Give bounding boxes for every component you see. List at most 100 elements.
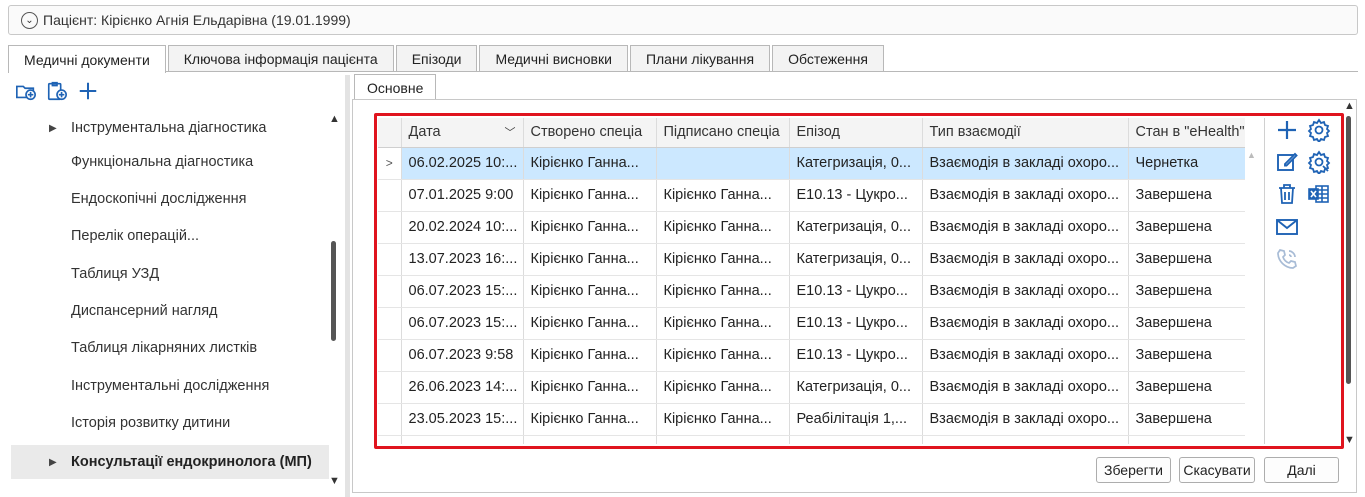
- tree-item[interactable]: Інструментальні дослідження: [11, 369, 329, 403]
- table-row[interactable]: 26.06.2023 14:... Кірієнко Ганна... Кірі…: [378, 371, 1245, 404]
- cell-ehealth-status[interactable]: Завершена: [1128, 371, 1245, 404]
- plus-icon[interactable]: [76, 79, 100, 103]
- cell-signed-by[interactable]: [656, 147, 790, 180]
- cell-ehealth-status[interactable]: Завершена: [1128, 179, 1245, 212]
- cell-date[interactable]: 13.07.2023 16:...: [401, 243, 524, 276]
- tree-item[interactable]: ▶ Інструментальна діагностика: [11, 111, 329, 145]
- expand-arrow-icon[interactable]: ▶: [49, 123, 57, 134]
- cell-signed-by[interactable]: Кірієнко Ганна...: [656, 371, 790, 404]
- table-row[interactable]: 20.02.2024 10:... Кірієнко Ганна... Кірі…: [378, 211, 1245, 244]
- cell-episode[interactable]: E10.13 - Цукро...: [789, 179, 923, 212]
- cell-created-by[interactable]: Кірієнко Ганна...: [523, 371, 657, 404]
- tab-medical-documents[interactable]: Медичні документи: [8, 45, 166, 73]
- cell-signed-by[interactable]: Кірієнко Ганна...: [656, 275, 790, 308]
- cell-signed-by[interactable]: Кірієнко Ганна...: [656, 179, 790, 212]
- plus-icon[interactable]: [1274, 117, 1300, 143]
- tab-key-patient-info[interactable]: Ключова інформація пацієнта: [167, 45, 394, 72]
- cell-interaction-type[interactable]: Взаємодія в закладі охоро...: [922, 243, 1129, 276]
- phone-icon[interactable]: [1274, 246, 1300, 272]
- cell-signed-by[interactable]: Кірієнко Ганна...: [656, 307, 790, 340]
- cell-date[interactable]: [401, 435, 524, 444]
- cell-interaction-type[interactable]: Взаємодія в закладі охоро...: [922, 371, 1129, 404]
- cell-date[interactable]: 23.05.2023 15:...: [401, 403, 524, 436]
- content-scrollbar[interactable]: ▲ ▼: [1342, 100, 1356, 448]
- excel-export-icon[interactable]: [1306, 181, 1332, 207]
- cell-ehealth-status[interactable]: Завершена: [1128, 243, 1245, 276]
- cell-episode[interactable]: Реабілітація 1,...: [789, 403, 923, 436]
- settings-gear-icon[interactable]: [1306, 117, 1332, 143]
- cell-created-by[interactable]: Кірієнко Ганна...: [523, 307, 657, 340]
- settings-gear-alt-icon[interactable]: [1306, 149, 1332, 175]
- cell-interaction-type[interactable]: Взаємодія в закладі охоро...: [922, 403, 1129, 436]
- tree-item[interactable]: Функціональна діагностика: [11, 145, 329, 179]
- cell-created-by[interactable]: [523, 435, 657, 444]
- cell-date[interactable]: 20.02.2024 10:...: [401, 211, 524, 244]
- collapse-chevron-icon[interactable]: ⌄: [21, 11, 38, 29]
- table-row[interactable]: [378, 435, 1245, 444]
- table-row[interactable]: 06.07.2023 15:... Кірієнко Ганна... Кірі…: [378, 275, 1245, 308]
- column-header-created-by[interactable]: Створено спеціа: [523, 118, 657, 148]
- sort-chevron-icon[interactable]: ﹀: [505, 124, 516, 140]
- cell-interaction-type[interactable]: Взаємодія в закладі охоро...: [922, 179, 1129, 212]
- cell-interaction-type[interactable]: Взаємодія в закладі охоро...: [922, 339, 1129, 372]
- edit-icon[interactable]: [1274, 149, 1300, 175]
- scroll-up-icon[interactable]: ▲: [1344, 100, 1355, 112]
- tab-examinations[interactable]: Обстеження: [772, 45, 884, 72]
- cell-interaction-type[interactable]: Взаємодія в закладі охоро...: [922, 307, 1129, 340]
- cancel-button[interactable]: Скасувати: [1179, 457, 1255, 483]
- cell-date[interactable]: 06.07.2023 9:58: [401, 339, 524, 372]
- table-row-selected[interactable]: > 06.02.2025 10:... Кірієнко Ганна... Ка…: [378, 147, 1245, 180]
- cell-signed-by[interactable]: Кірієнко Ганна...: [656, 339, 790, 372]
- cell-signed-by[interactable]: Кірієнко Ганна...: [656, 211, 790, 244]
- mail-icon[interactable]: [1274, 214, 1300, 240]
- cell-ehealth-status[interactable]: Завершена: [1128, 275, 1245, 308]
- table-row[interactable]: 06.07.2023 15:... Кірієнко Ганна... Кірі…: [378, 307, 1245, 340]
- cell-signed-by[interactable]: Кірієнко Ганна...: [656, 403, 790, 436]
- cell-ehealth-status[interactable]: [1128, 435, 1245, 444]
- tree-scrollbar[interactable]: ▲ ▼: [327, 111, 341, 491]
- next-button[interactable]: Далі: [1264, 457, 1339, 483]
- cell-ehealth-status[interactable]: Завершена: [1128, 307, 1245, 340]
- cell-episode[interactable]: Категризація, 0...: [789, 243, 923, 276]
- cell-episode[interactable]: E10.13 - Цукро...: [789, 307, 923, 340]
- cell-interaction-type[interactable]: Взаємодія в закладі охоро...: [922, 275, 1129, 308]
- table-row[interactable]: 06.07.2023 9:58 Кірієнко Ганна... Кірієн…: [378, 339, 1245, 372]
- cell-date[interactable]: 26.06.2023 14:...: [401, 371, 524, 404]
- cell-created-by[interactable]: Кірієнко Ганна...: [523, 275, 657, 308]
- cell-created-by[interactable]: Кірієнко Ганна...: [523, 243, 657, 276]
- cell-episode[interactable]: E10.13 - Цукро...: [789, 275, 923, 308]
- trash-icon[interactable]: [1274, 181, 1300, 207]
- tree-item[interactable]: Перелік операцій...: [11, 219, 329, 253]
- cell-episode[interactable]: Категризація, 0...: [789, 211, 923, 244]
- table-row[interactable]: 13.07.2023 16:... Кірієнко Ганна... Кірі…: [378, 243, 1245, 276]
- tree-item[interactable]: Таблиця УЗД: [11, 257, 329, 291]
- save-button[interactable]: Зберегти: [1096, 457, 1171, 483]
- cell-created-by[interactable]: Кірієнко Ганна...: [523, 339, 657, 372]
- scroll-up-icon[interactable]: ▲: [329, 113, 340, 125]
- cell-signed-by[interactable]: [656, 435, 790, 444]
- cell-date[interactable]: 06.07.2023 15:...: [401, 275, 524, 308]
- tab-medical-conclusions[interactable]: Медичні висновки: [479, 45, 628, 72]
- tab-treatment-plans[interactable]: Плани лікування: [629, 45, 771, 72]
- cell-created-by[interactable]: Кірієнко Ганна...: [523, 179, 657, 212]
- column-header-interaction-type[interactable]: Тип взаємодії: [922, 118, 1129, 148]
- column-header-signed-by[interactable]: Підписано спеціа: [656, 118, 790, 148]
- cell-ehealth-status[interactable]: Завершена: [1128, 403, 1245, 436]
- tab-episodes[interactable]: Епізоди: [395, 45, 478, 72]
- add-clipboard-icon[interactable]: [45, 79, 69, 103]
- table-row[interactable]: 07.01.2025 9:00 Кірієнко Ганна... Кірієн…: [378, 179, 1245, 212]
- tree-item[interactable]: Диспансерний нагляд: [11, 294, 329, 328]
- table-row[interactable]: 23.05.2023 15:... Кірієнко Ганна... Кірі…: [378, 403, 1245, 436]
- cell-episode[interactable]: Категризація, 0...: [789, 147, 923, 180]
- cell-interaction-type[interactable]: Взаємодія в закладі охоро...: [922, 147, 1129, 180]
- scroll-thumb[interactable]: [331, 241, 336, 341]
- cell-date[interactable]: 06.07.2023 15:...: [401, 307, 524, 340]
- cell-created-by[interactable]: Кірієнко Ганна...: [523, 147, 657, 180]
- scroll-down-icon[interactable]: ▼: [329, 475, 340, 487]
- cell-episode[interactable]: E10.13 - Цукро...: [789, 339, 923, 372]
- cell-ehealth-status[interactable]: Завершена: [1128, 339, 1245, 372]
- expand-arrow-icon[interactable]: ▶: [49, 457, 57, 468]
- tree-item[interactable]: Історія розвитку дитини: [11, 406, 329, 440]
- scroll-thumb[interactable]: [1346, 116, 1351, 384]
- tree-item[interactable]: Таблиця лікарняних листків: [11, 331, 329, 365]
